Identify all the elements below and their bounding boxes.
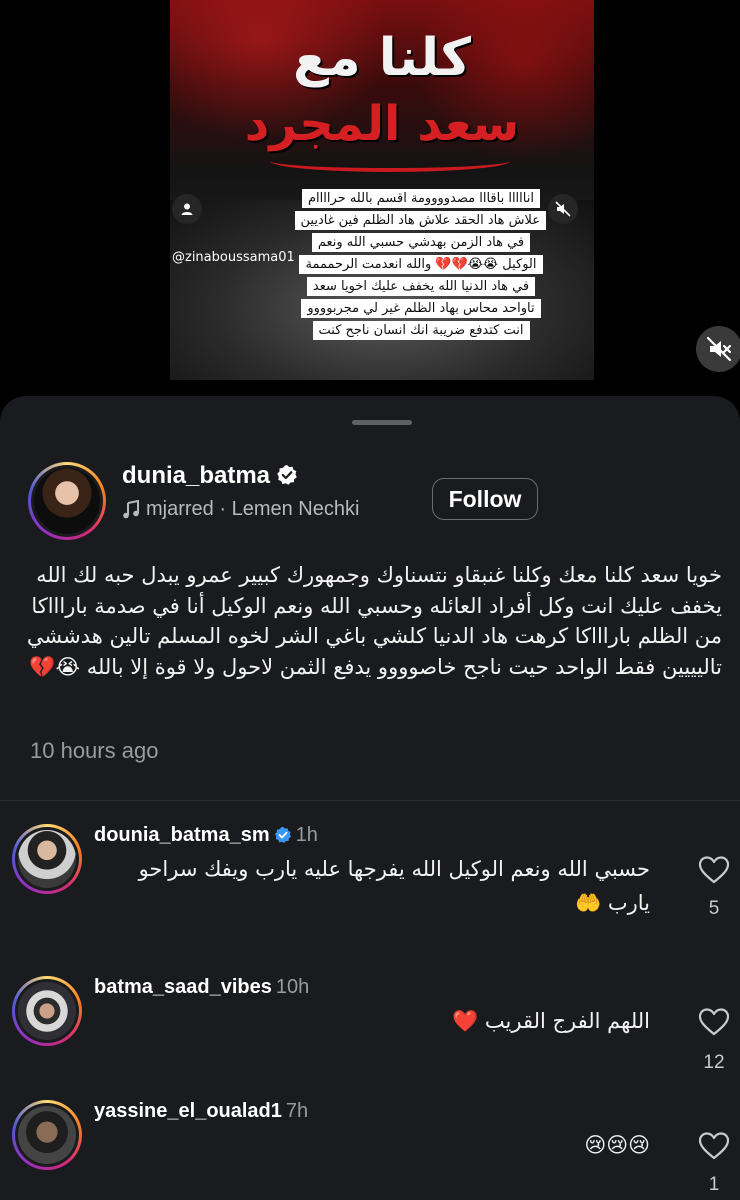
thumbnail-mute-button[interactable] [548,194,578,224]
post-timestamp: 10 hours ago [30,738,159,763]
comment-text: حسبي الله ونعم الوكيل الله يفرجها عليه ي… [138,857,650,915]
heart-outline-icon[interactable] [698,1006,730,1038]
comment-username[interactable]: yassine_el_oualad1 [94,1100,282,1122]
thumbnail-swoosh [270,150,510,172]
post-username-row[interactable]: dunia_batma [122,462,298,490]
thumbnail-headline-red: سعد المجرد [244,96,520,152]
tagged-user[interactable]: @zinaboussama01 [172,250,295,265]
comment-username[interactable]: batma_saad_vibes [94,976,272,998]
comment-like-count: 5 [708,898,720,919]
video-thumbnail[interactable]: كلنا مع سعد المجرد انااااا باقااا مصدووو… [170,0,594,380]
divider [0,800,740,801]
comments-sheet: dunia_batma mjarred · Lemen Nechki Follo… [0,396,740,1200]
comment-avatar[interactable] [12,824,82,894]
tag-person-button[interactable] [172,194,202,224]
verified-badge-icon [277,465,297,485]
post-username[interactable]: dunia_batma [122,462,270,489]
comment-username-row[interactable]: dounia_batma_sm 1h [94,824,318,847]
thumbnail-caption: انااااا باقااا مصدوووومة اقسم بالله حراا… [294,188,546,342]
speaker-muted-icon [706,336,732,362]
avatar[interactable] [28,462,106,540]
comment-avatar[interactable] [12,1100,82,1170]
person-icon [181,203,193,215]
comment-time: 1h [295,824,318,846]
post-caption: خويا سعد كلنا معك وكلنا غنبقاو نتسناوك و… [26,563,722,679]
sheet-drag-handle[interactable] [352,420,412,425]
thumbnail-headline: كلنا مع [292,28,472,88]
follow-button[interactable]: Follow [432,478,538,520]
audio-track-label: mjarred · Lemen Nechki [146,498,360,520]
mute-button[interactable] [696,326,740,372]
speaker-muted-icon [555,201,571,217]
verified-badge-icon [274,826,291,844]
comment-like-count: 12 [703,1052,725,1073]
comment-avatar[interactable] [12,976,82,1046]
audio-track[interactable]: mjarred · Lemen Nechki [122,498,359,521]
comment-text: 😢😢😢 [584,1133,650,1157]
comment-time: 10h [275,976,310,998]
comment-username-row[interactable]: yassine_el_oualad1 7h [94,1100,308,1123]
heart-outline-icon[interactable] [698,854,730,886]
post-header: dunia_batma mjarred · Lemen Nechki Follo… [28,462,718,540]
comment-username[interactable]: dounia_batma_sm [94,824,270,846]
heart-outline-icon[interactable] [698,1130,730,1162]
reel-media[interactable]: كلنا مع سعد المجرد انااااا باقااا مصدووو… [0,0,740,420]
caption-text: انااااا باقااا مصدوووومة اقسم بالله حراا… [294,189,546,340]
comment-username-row[interactable]: batma_saad_vibes 10h [94,976,309,999]
comment-like-count: 1 [708,1174,720,1195]
comment-time: 7h [285,1100,309,1122]
music-note-icon [123,499,139,518]
comment-text: اللهم الفرج القريب ❤️ [452,1009,650,1033]
